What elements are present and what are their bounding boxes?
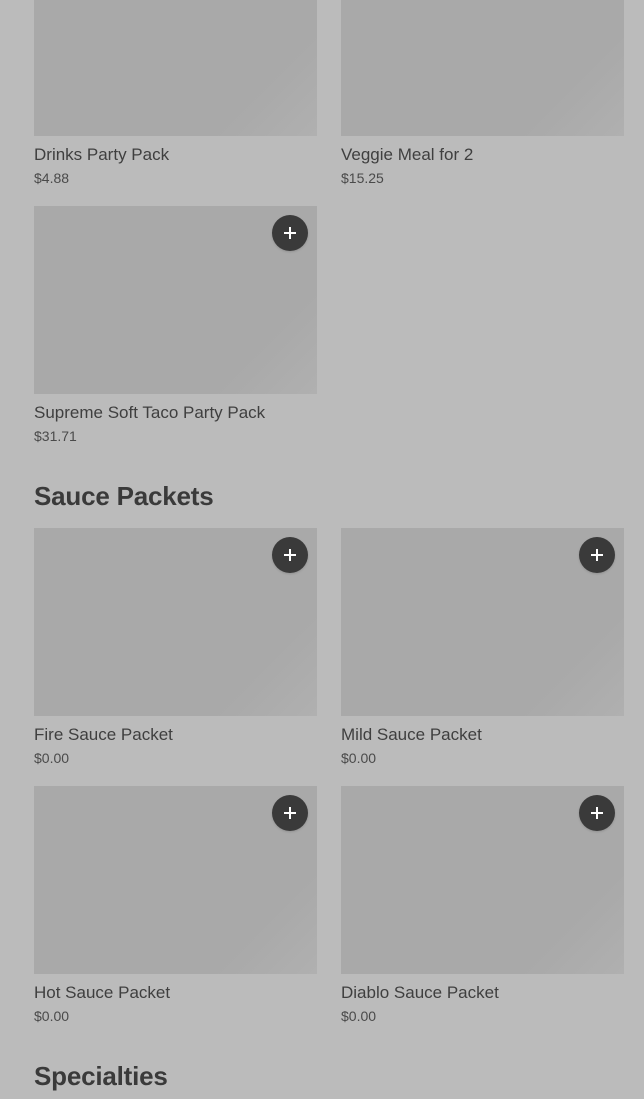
- item-price: $15.25: [341, 170, 384, 186]
- item-image-placeholder: [341, 528, 624, 716]
- menu-item-card[interactable]: Fire Sauce Packet $0.00: [34, 528, 317, 766]
- add-item-button[interactable]: [272, 537, 308, 573]
- menu-item-card[interactable]: Supreme Soft Taco Party Pack $31.71: [34, 206, 317, 444]
- add-item-button[interactable]: [579, 795, 615, 831]
- menu-item-card[interactable]: Veggie Meal for 2 $15.25: [341, 0, 624, 186]
- menu-item-card[interactable]: Drinks Party Pack $4.88: [34, 0, 317, 186]
- item-price: $0.00: [34, 1008, 70, 1024]
- menu-item-card[interactable]: Hot Sauce Packet $0.00: [34, 786, 317, 1024]
- add-item-button[interactable]: [579, 537, 615, 573]
- plus-icon: [284, 549, 296, 561]
- item-image-placeholder: [34, 528, 317, 716]
- item-name: Supreme Soft Taco Party Pack: [34, 403, 266, 422]
- plus-icon: [284, 227, 296, 239]
- item-image-placeholder: [34, 0, 317, 136]
- item-image-placeholder: [341, 786, 624, 974]
- item-name: Fire Sauce Packet: [34, 725, 173, 744]
- item-name: Mild Sauce Packet: [341, 725, 482, 744]
- item-price: $4.88: [34, 170, 70, 186]
- item-name: Diablo Sauce Packet: [341, 983, 499, 1002]
- add-item-button[interactable]: [272, 215, 308, 251]
- item-image-placeholder: [341, 0, 624, 136]
- item-name: Drinks Party Pack: [34, 145, 170, 164]
- plus-icon: [591, 549, 603, 561]
- plus-icon: [591, 807, 603, 819]
- section-title-specialties: Specialties: [34, 1061, 168, 1091]
- item-name: Veggie Meal for 2: [341, 145, 474, 164]
- item-price: $31.71: [34, 428, 77, 444]
- item-image-placeholder: [34, 786, 317, 974]
- item-image-placeholder: [34, 206, 317, 394]
- item-name: Hot Sauce Packet: [34, 983, 171, 1002]
- add-item-button[interactable]: [272, 795, 308, 831]
- item-price: $0.00: [341, 1008, 377, 1024]
- item-price: $0.00: [341, 750, 377, 766]
- plus-icon: [284, 807, 296, 819]
- item-price: $0.00: [34, 750, 70, 766]
- menu-page: Drinks Party Pack $4.88 Veggie Meal for …: [0, 0, 644, 1099]
- menu-item-card[interactable]: Mild Sauce Packet $0.00: [341, 528, 624, 766]
- section-title-sauce-packets: Sauce Packets: [34, 481, 214, 511]
- menu-item-card[interactable]: Diablo Sauce Packet $0.00: [341, 786, 624, 1024]
